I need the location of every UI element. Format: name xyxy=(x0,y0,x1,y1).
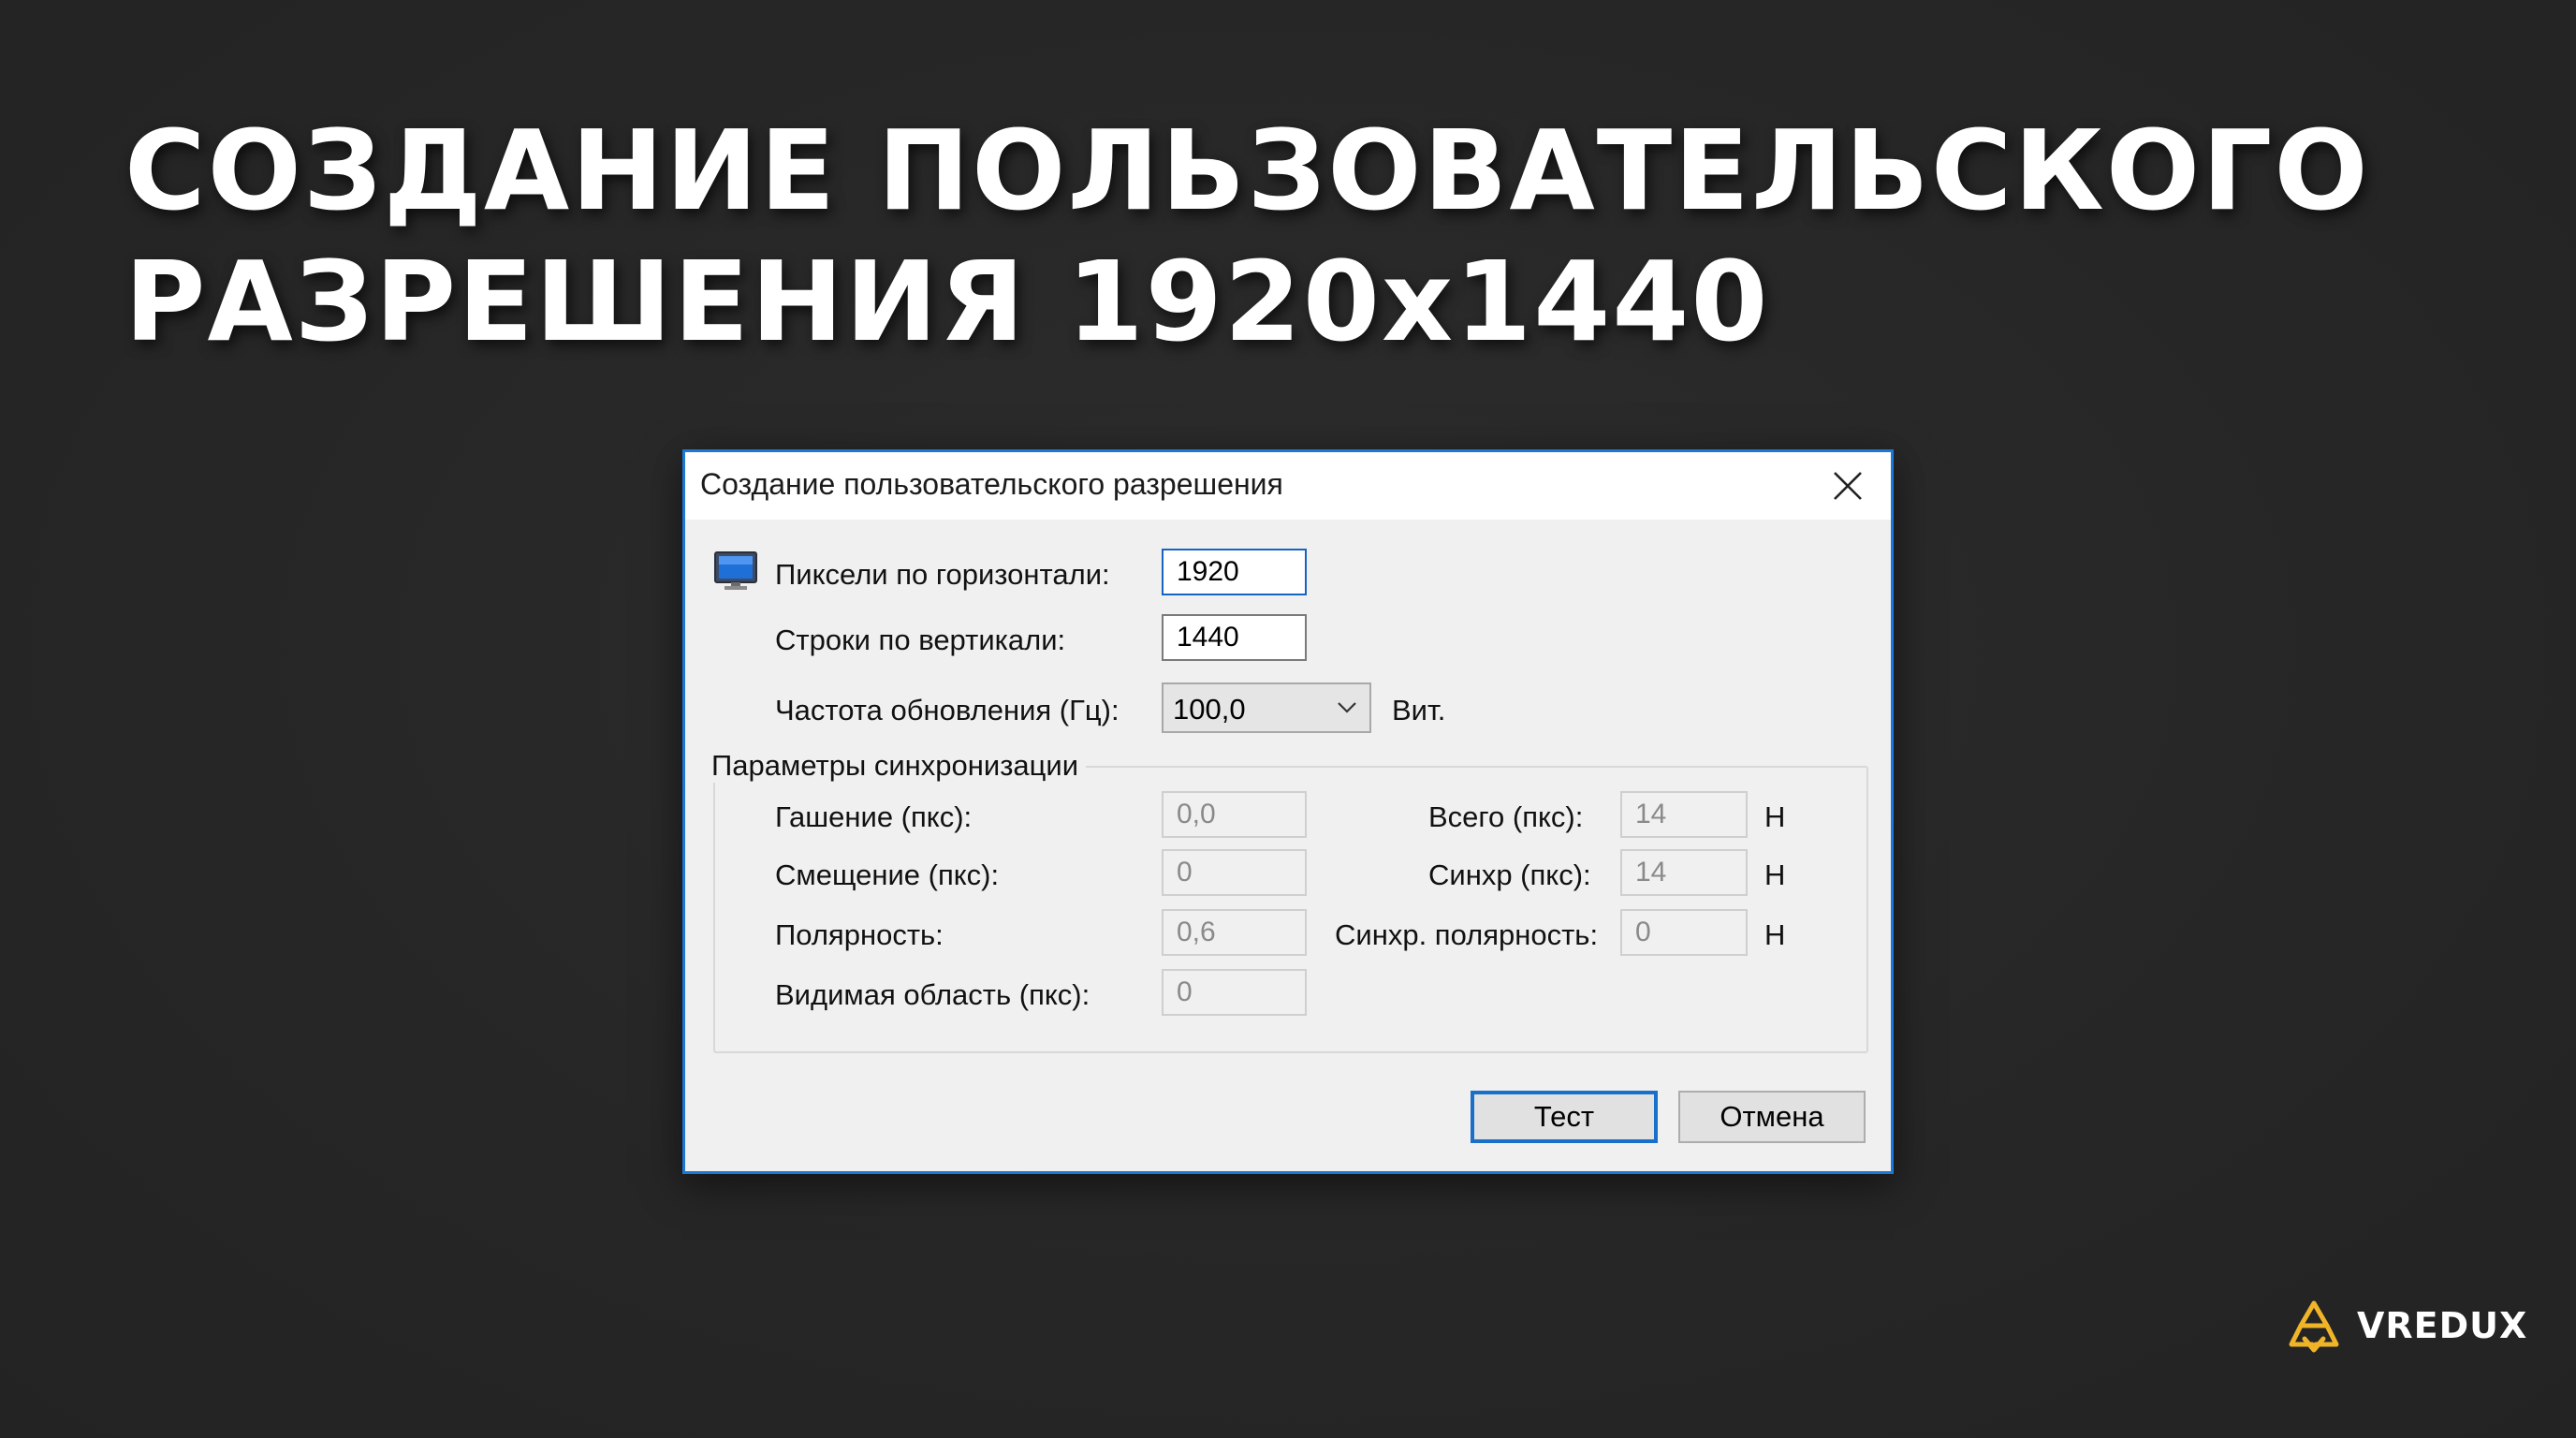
sync-polarity-input[interactable] xyxy=(1620,909,1748,956)
blanking-label: Гашение (пкс): xyxy=(775,800,973,833)
vertical-lines-label: Строки по вертикали: xyxy=(775,624,1066,656)
polarity-input[interactable] xyxy=(1162,909,1307,956)
total-input[interactable] xyxy=(1620,791,1748,838)
triquetra-icon xyxy=(2289,1300,2339,1353)
headline-line-2: РАЗРЕШЕНИЯ 1920x1440 xyxy=(124,237,1770,366)
refresh-rate-select[interactable]: 100,0 xyxy=(1162,682,1371,733)
sync-parameters-label: Параметры синхронизации xyxy=(704,749,1087,783)
total-unit: Н xyxy=(1764,800,1786,833)
sync-polarity-unit: Н xyxy=(1764,918,1786,951)
sync-unit: Н xyxy=(1764,858,1786,891)
vredux-logo: VREDUX xyxy=(2284,1298,2527,1354)
sync-input[interactable] xyxy=(1620,849,1748,896)
blanking-input[interactable] xyxy=(1162,791,1307,838)
dialog-titlebar: Создание пользовательского разрешения xyxy=(685,452,1891,520)
polarity-label: Полярность: xyxy=(775,918,944,951)
horizontal-pixels-input[interactable] xyxy=(1162,549,1307,595)
sync-label: Синхр (пкс): xyxy=(1428,858,1591,891)
offset-label: Смещение (пкс): xyxy=(775,858,1000,891)
refresh-rate-value: 100,0 xyxy=(1173,693,1246,726)
monitor-icon xyxy=(714,551,757,590)
logo-text: VREDUX xyxy=(2357,1305,2528,1346)
vertical-lines-input[interactable] xyxy=(1162,614,1307,661)
horizontal-pixels-label: Пиксели по горизонтали: xyxy=(775,558,1110,591)
cancel-button[interactable]: Отмена xyxy=(1678,1091,1866,1143)
offset-input[interactable] xyxy=(1162,849,1307,896)
close-button[interactable] xyxy=(1820,460,1876,512)
custom-resolution-dialog: Создание пользовательского разрешения Пи… xyxy=(682,449,1894,1174)
headline: СОЗДАНИЕ ПОЛЬЗОВАТЕЛЬСКОГО РАЗРЕШЕНИЯ 19… xyxy=(124,105,2370,367)
visible-area-input[interactable] xyxy=(1162,969,1307,1016)
headline-line-1: СОЗДАНИЕ ПОЛЬЗОВАТЕЛЬСКОГО xyxy=(124,106,2370,235)
refresh-rate-unit: Вит. xyxy=(1392,694,1446,726)
refresh-rate-label: Частота обновления (Гц): xyxy=(775,694,1120,726)
dialog-title: Создание пользовательского разрешения xyxy=(700,467,1283,501)
visible-area-label: Видимая область (пкс): xyxy=(775,978,1090,1011)
total-label: Всего (пкс): xyxy=(1428,800,1584,833)
sync-polarity-label: Синхр. полярность: xyxy=(1335,918,1599,951)
chevron-down-icon xyxy=(1338,702,1356,713)
test-button[interactable]: Тест xyxy=(1471,1091,1658,1143)
close-icon xyxy=(1834,472,1862,500)
